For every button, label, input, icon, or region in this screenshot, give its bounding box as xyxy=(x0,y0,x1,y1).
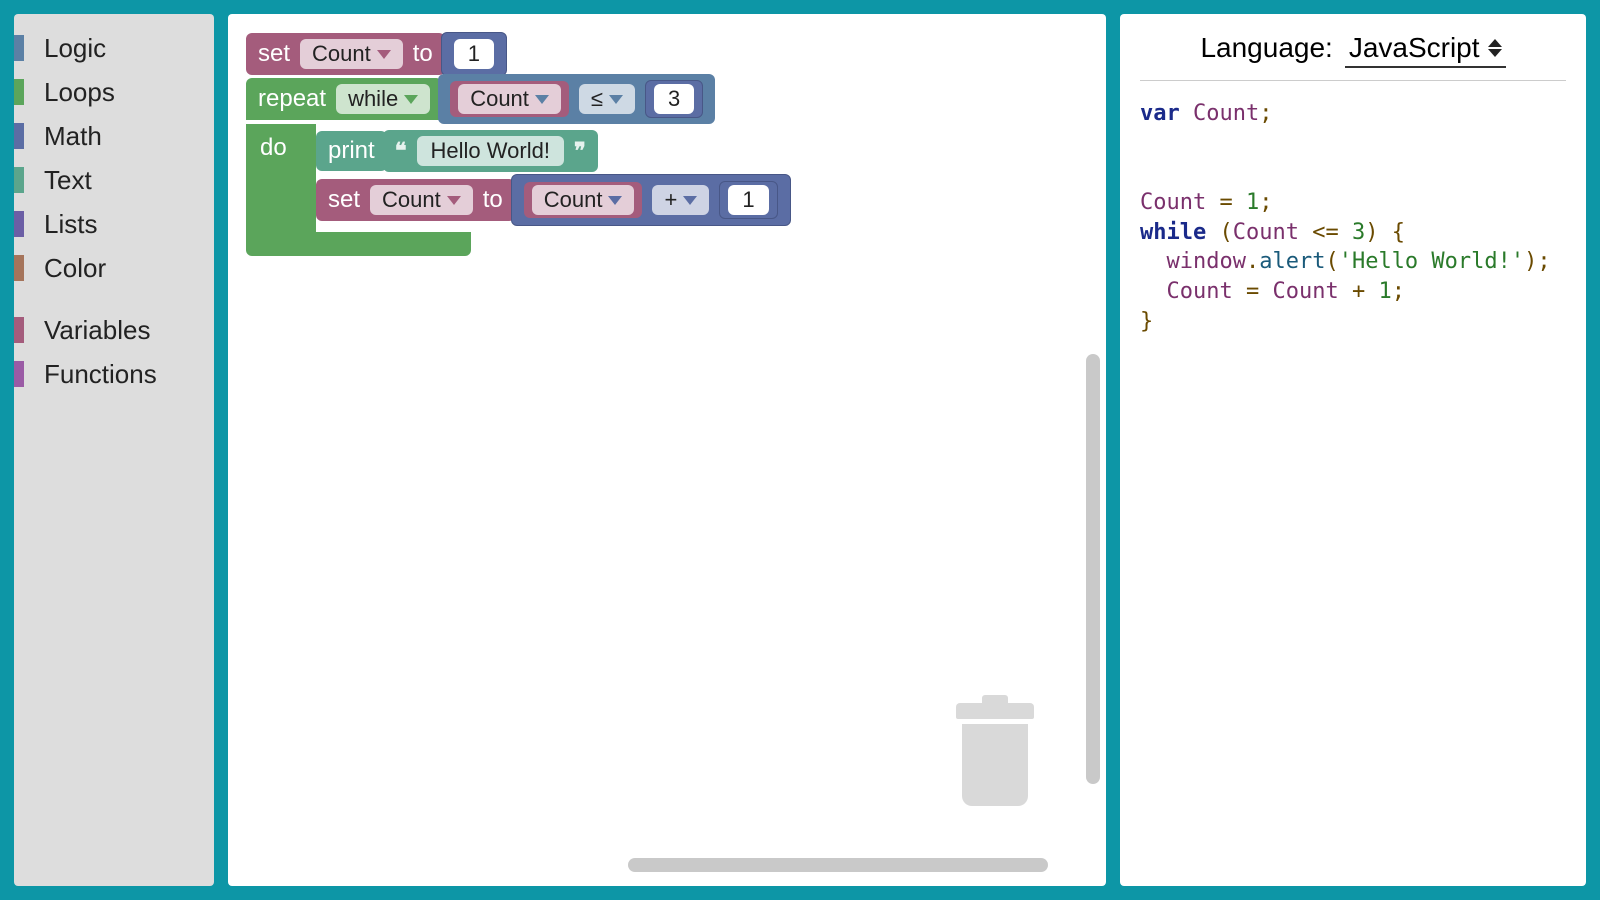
var-dropdown[interactable]: Count xyxy=(370,185,473,215)
category-color-swatch xyxy=(14,79,24,105)
workspace-vertical-scrollbar[interactable] xyxy=(1086,354,1100,784)
var-get-block[interactable]: Count xyxy=(524,182,643,218)
generated-code: var Count; Count = 1; while (Count <= 3)… xyxy=(1140,99,1566,337)
language-select[interactable]: JavaScript xyxy=(1345,32,1506,68)
op-dropdown[interactable]: + xyxy=(652,185,709,215)
language-label: Language: xyxy=(1200,32,1332,64)
toolbox-category-variables[interactable]: Variables xyxy=(14,308,214,352)
chevron-down-icon xyxy=(609,95,623,104)
number-field[interactable]: 3 xyxy=(654,84,694,114)
var-dropdown[interactable]: Count xyxy=(532,185,635,215)
var-get-block[interactable]: Count xyxy=(450,81,569,117)
set-block[interactable]: set Count to xyxy=(246,33,445,75)
category-label: Functions xyxy=(44,359,157,390)
block-set-count-incr[interactable]: set Count to Count xyxy=(316,174,791,226)
category-label: Color xyxy=(44,253,106,284)
var-dropdown[interactable]: Count xyxy=(300,39,403,69)
category-label: Variables xyxy=(44,315,150,346)
print-block[interactable]: print xyxy=(316,131,387,171)
category-label: Text xyxy=(44,165,92,196)
number-block[interactable]: 1 xyxy=(719,181,777,219)
text-field[interactable]: Hello World! xyxy=(417,136,564,166)
close-quote-icon: ❞ xyxy=(574,138,586,164)
chevron-down-icon xyxy=(447,196,461,205)
category-color-swatch xyxy=(14,211,24,237)
kw-do: do xyxy=(260,134,287,162)
kw-set: set xyxy=(328,186,360,214)
toolbox-panel: Logic Loops Math Text Lists Color Variables Fun… xyxy=(14,14,214,886)
category-label: Logic xyxy=(44,33,106,64)
kw-repeat: repeat xyxy=(258,85,326,113)
number-field[interactable]: 1 xyxy=(454,39,494,69)
blocks-root: set Count to 1 repeat while xyxy=(246,32,791,256)
language-row: Language: JavaScript xyxy=(1140,28,1566,81)
var-dropdown[interactable]: Count xyxy=(458,84,561,114)
toolbox-category-text[interactable]: Text xyxy=(14,158,214,202)
text-literal-block[interactable]: ❝ Hello World! ❞ xyxy=(383,130,598,172)
block-set-count-1[interactable]: set Count to 1 xyxy=(246,32,791,76)
op-dropdown[interactable]: ≤ xyxy=(579,84,635,114)
chevron-down-icon xyxy=(683,196,697,205)
category-color-swatch xyxy=(14,35,24,61)
chevron-down-icon xyxy=(404,95,418,104)
category-color-swatch xyxy=(14,317,24,343)
loop-head[interactable]: repeat while xyxy=(246,78,442,120)
block-workspace[interactable]: set Count to 1 repeat while xyxy=(228,14,1106,886)
category-color-swatch xyxy=(14,167,24,193)
category-color-swatch xyxy=(14,361,24,387)
toolbox-category-loops[interactable]: Loops xyxy=(14,70,214,114)
chevron-down-icon xyxy=(535,95,549,104)
category-label: Lists xyxy=(44,209,97,240)
open-quote-icon: ❝ xyxy=(395,138,407,164)
loop-foot xyxy=(246,232,471,256)
toolbox-category-math[interactable]: Math xyxy=(14,114,214,158)
kw-to: to xyxy=(413,40,433,68)
category-color-swatch xyxy=(14,123,24,149)
code-panel: Language: JavaScript var Count; Count = … xyxy=(1120,14,1586,886)
workspace-horizontal-scrollbar[interactable] xyxy=(628,858,1048,872)
trash-icon[interactable] xyxy=(956,703,1034,806)
loop-do-arm: do xyxy=(246,124,316,232)
number-block[interactable]: 3 xyxy=(645,80,703,118)
toolbox-category-functions[interactable]: Functions xyxy=(14,352,214,396)
block-repeat-while[interactable]: repeat while Count ≤ xyxy=(246,74,791,256)
number-field[interactable]: 1 xyxy=(728,185,768,215)
kw-to: to xyxy=(483,186,503,214)
loop-mode-dropdown[interactable]: while xyxy=(336,84,430,114)
sort-icon xyxy=(1488,39,1502,57)
chevron-down-icon xyxy=(377,50,391,59)
loop-body: print ❝ Hello World! ❞ set xyxy=(316,124,791,232)
set-block[interactable]: set Count to xyxy=(316,179,515,221)
number-block[interactable]: 1 xyxy=(441,32,507,76)
kw-set: set xyxy=(258,40,290,68)
kw-print: print xyxy=(328,137,375,165)
block-print[interactable]: print ❝ Hello World! ❞ xyxy=(316,130,791,172)
arith-block[interactable]: Count + 1 xyxy=(511,174,791,226)
toolbox-category-color[interactable]: Color xyxy=(14,246,214,290)
category-label: Loops xyxy=(44,77,115,108)
category-label: Math xyxy=(44,121,102,152)
toolbox-category-logic[interactable]: Logic xyxy=(14,26,214,70)
compare-block[interactable]: Count ≤ 3 xyxy=(438,74,715,124)
chevron-down-icon xyxy=(608,196,622,205)
toolbox-category-lists[interactable]: Lists xyxy=(14,202,214,246)
category-color-swatch xyxy=(14,255,24,281)
